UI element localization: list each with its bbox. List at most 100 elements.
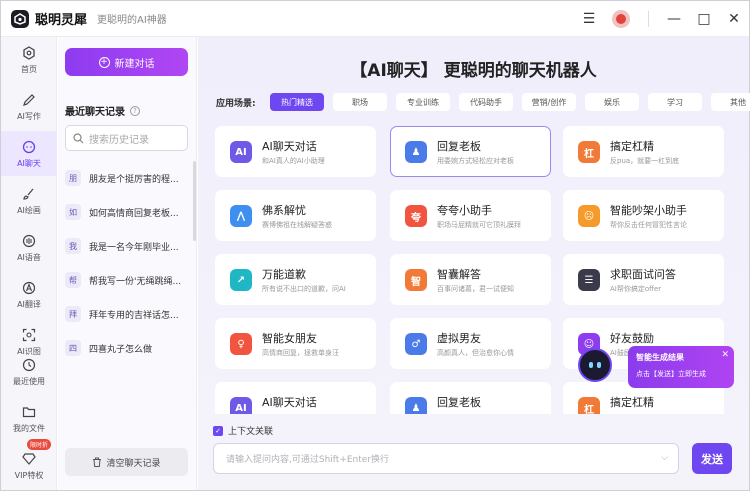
card-icon: ⋀ [230,205,252,227]
assistant-card[interactable]: ♂ 虚拟男友 高颜真人，但治愈你心情 [390,318,551,369]
history-badge: 如 [65,204,81,220]
tab-workplace[interactable]: 职场 [333,93,387,111]
nav-item-home[interactable]: 首页 [1,37,57,82]
assistant-card[interactable]: ♟ 回复老板 [390,382,551,414]
nav-item-ai-chat[interactable]: AI聊天 [1,131,57,176]
list-item[interactable]: 如如何高情商回复老板... [65,195,193,229]
nav-item-vip[interactable]: 限时折 VIP特权 [1,439,57,488]
list-item[interactable]: 拜拜年专用的吉祥话怎... [65,297,193,331]
card-icon: 夸 [405,205,427,227]
card-title: 求职面试问答 [610,268,676,281]
search-placeholder: 搜索历史记录 [89,134,149,146]
scan-icon [21,327,37,343]
tab-study[interactable]: 学习 [648,93,702,111]
vip-promo-badge: 限时折 [27,439,52,450]
assistant-card[interactable]: 杠搞定杠精 反pua，就要一杠到底 [563,126,724,177]
plus-icon: + [98,56,110,68]
nav-label: 最近使用 [13,376,45,386]
history-search-input[interactable]: 搜索历史记录 [65,125,188,151]
card-icon: ☰ [578,269,600,291]
main-panel: 【AI聊天】 更聪明的聊天机器人 应用场景: 热门精选 职场 专业训练 代码助手… [198,37,750,490]
history-text: 四喜丸子怎么做 [89,344,153,355]
minimize-button[interactable]: — [659,1,689,37]
card-desc: 用委婉方式轻松应对老板 [437,157,514,165]
card-icon: ♟ [405,141,427,163]
brush-icon [21,186,37,202]
hamburger-icon[interactable]: ☰ [574,1,604,37]
nav-label: AI写作 [17,111,41,121]
assistant-card[interactable]: AI AI聊天对话 [215,382,376,414]
nav-item-recent[interactable]: 最近使用 [1,349,57,394]
history-text: 我是一名今年刚毕业... [89,242,179,253]
chevron-down-icon[interactable]: ⌵ [661,453,668,463]
assistant-card[interactable]: ☹ 智能吵架小助手 帮你反击任何冒犯性言论 [563,190,724,241]
assistant-card[interactable]: 智智囊解答 百事问诸葛，君一试便知 [390,254,551,305]
nav-item-my-files[interactable]: 我的文件 [1,396,57,441]
generate-tooltip: 智能生成结果 点击【发送】立即生成 ✕ [628,346,734,388]
card-title: 回复老板 [437,396,481,409]
assistant-card[interactable]: ⋀ 佛系解忧赛博佛祖在线解疑答惑 [215,190,376,241]
prompt-input[interactable]: 请输入提问内容,可通过Shift+Enter换行 ⌵ [213,443,679,474]
card-title: 智能女朋友 [262,332,317,345]
nav-item-ai-draw[interactable]: AI绘画 [1,178,57,223]
tooltip-desc: 点击【发送】立即生成 [636,370,706,378]
assistant-card[interactable]: AI AI聊天对话 和AI真人的AI小助理 [215,126,376,177]
assistant-card[interactable]: ☰ 求职面试问答 AI帮你搞定offer [563,254,724,305]
tab-code[interactable]: 代码助手 [459,93,513,111]
card-desc: 高颜真人，但治愈你心情 [437,349,514,357]
maximize-button[interactable]: □ [689,1,719,37]
app-logo-icon [11,9,29,28]
tab-other[interactable]: 其他 [711,93,750,111]
nav-label: 首页 [21,64,37,74]
list-item[interactable]: 朋朋友是个挺厉害的程... [65,161,193,195]
assistant-card[interactable]: 夸夸夸小助手 职场马屁精就可它顶礼膜拜 [390,190,551,241]
assistant-card[interactable]: ♟ 回复老板 用委婉方式轻松应对老板 [390,126,551,177]
card-title: 夸夸小助手 [437,204,492,217]
list-item[interactable]: 四四喜丸子怎么做 [65,331,193,365]
checkbox-checked-icon[interactable]: ✓ [213,425,223,436]
card-title: 虚拟男友 [437,332,481,345]
list-item[interactable]: 我我是一名今年刚毕业... [65,229,193,263]
left-nav: 首页 AI写作 AI聊天 AI绘画 AI语音 AI翻译 AI识图 最近使用 我的… [1,37,57,490]
new-chat-label: 新建对话 [114,58,155,70]
context-toggle[interactable]: ✓ 上下文关联 [213,424,273,437]
card-title: 万能道歉 [262,268,306,281]
tab-training[interactable]: 专业训练 [396,93,450,111]
history-text: 朋友是个挺厉害的程... [89,174,179,185]
tab-marketing[interactable]: 营销/创作 [522,93,576,111]
history-badge: 我 [65,238,81,254]
card-desc: 赛博佛祖在线解疑答惑 [262,221,332,229]
nav-label: 我的文件 [13,423,45,433]
assistant-card[interactable]: ♀ 智能女朋友 高情商回复，拯救单身汪 [215,318,376,369]
history-badge: 朋 [65,170,81,186]
help-icon[interactable]: ? [130,105,140,116]
card-title: 佛系解忧 [262,204,306,217]
scene-tabs: 热门精选 职场 专业训练 代码助手 营销/创作 娱乐 学习 其他 [270,93,750,111]
close-icon[interactable]: ✕ [721,350,729,360]
card-desc: AI帮你搞定offer [610,285,662,293]
send-button[interactable]: 发送 [692,443,732,474]
card-desc: 所有说不出口的道歉，问AI [262,285,346,293]
voice-icon [21,233,37,249]
history-title-text: 最近聊天记录 [65,107,125,118]
nav-item-ai-translate[interactable]: AI翻译 [1,272,57,317]
tab-hot[interactable]: 热门精选 [270,93,324,111]
assistant-card[interactable]: ↗ 万能道歉 所有说不出口的道歉，问AI [215,254,376,305]
scene-label: 应用场景: [216,99,256,109]
new-chat-button[interactable]: + 新建对话 [65,48,188,76]
tab-entertainment[interactable]: 娱乐 [585,93,639,111]
card-desc: 和AI真人的AI小助理 [262,157,325,165]
nav-item-ai-voice[interactable]: AI语音 [1,225,57,270]
card-icon: ♟ [405,397,427,414]
list-item[interactable]: 帮帮我写一份'无绳跳绳... [65,263,193,297]
close-button[interactable]: ✕ [719,1,749,37]
nav-item-ai-write[interactable]: AI写作 [1,84,57,129]
prompt-placeholder: 请输入提问内容,可通过Shift+Enter换行 [226,455,390,465]
history-text: 拜年专用的吉祥话怎... [89,310,179,321]
user-avatar[interactable] [612,10,630,28]
nav-label: VIP特权 [14,470,44,480]
chat-icon [21,139,37,155]
clear-history-button[interactable]: 清空聊天记录 [65,448,188,476]
history-scrollbar[interactable] [193,161,196,241]
assistant-bot-icon[interactable] [578,348,612,382]
